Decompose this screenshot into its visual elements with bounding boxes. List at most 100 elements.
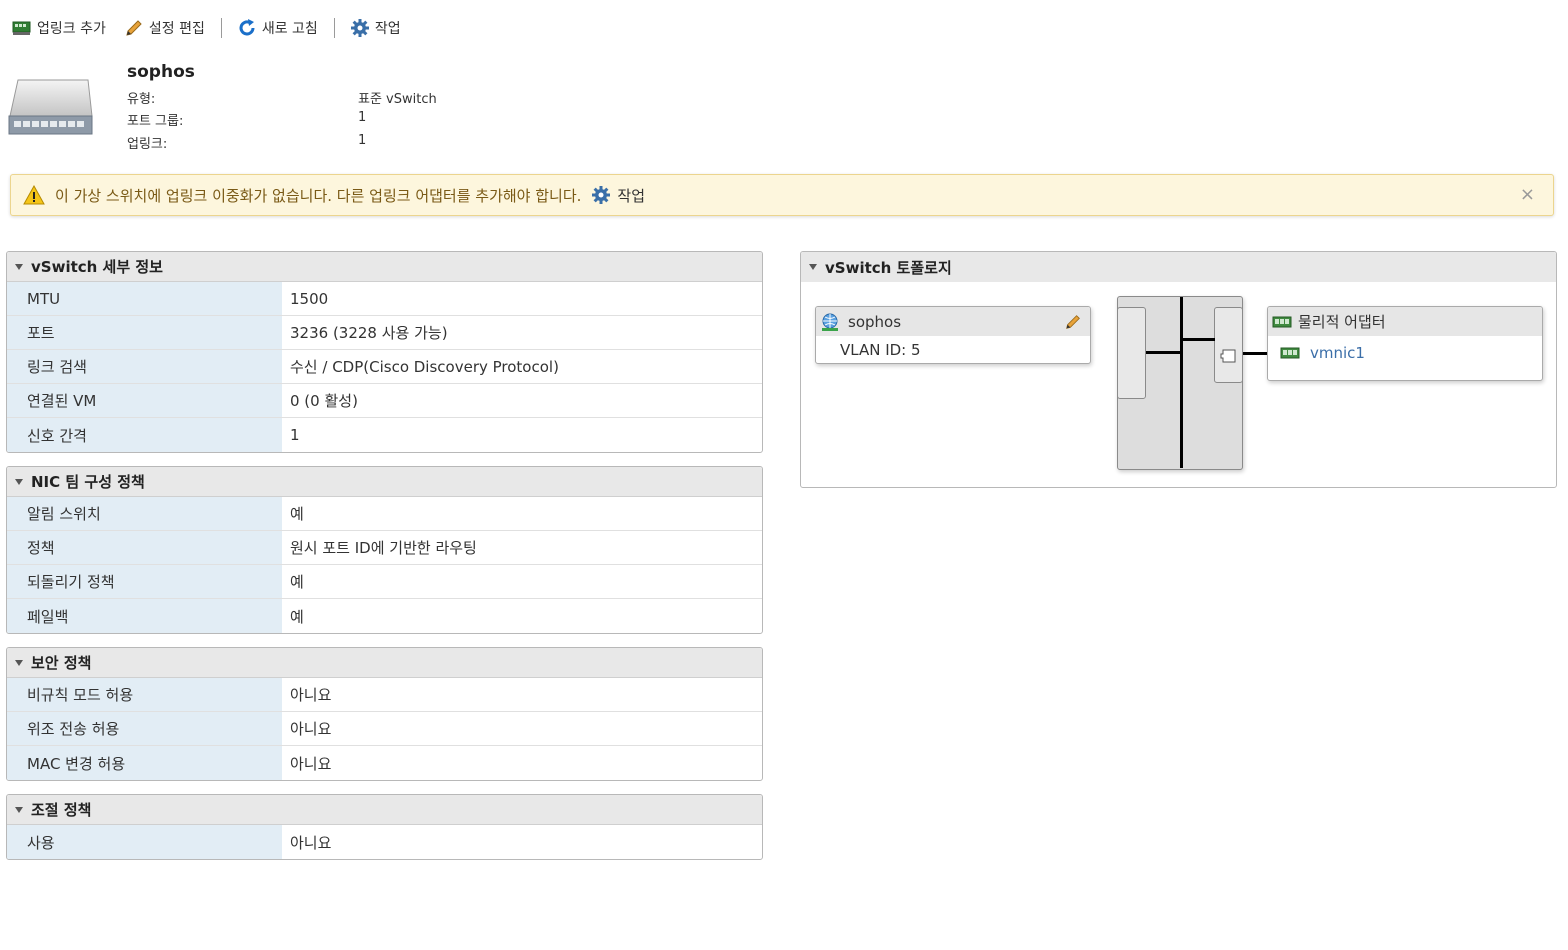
- caret-down-icon: [15, 806, 23, 813]
- table-row: 페일백 예: [7, 599, 762, 633]
- edit-settings-button[interactable]: 설정 편집: [124, 16, 205, 40]
- table-row: 되돌리기 정책 예: [7, 565, 762, 599]
- warning-text: 이 가상 스위치에 업링크 이중화가 없습니다. 다른 업링크 어댑터를 추가해…: [55, 186, 582, 205]
- table-row: 사용 아니요: [7, 825, 762, 859]
- table-row: 링크 검색 수신 / CDP(Cisco Discovery Protocol): [7, 350, 762, 384]
- traffic-shaping-title: 조절 정책: [31, 801, 92, 819]
- connector-line: [1183, 338, 1215, 341]
- row-key: 위조 전송 허용: [7, 712, 282, 745]
- table-row: 정책 원시 포트 ID에 기반한 라우팅: [7, 531, 762, 565]
- toolbar-divider: [333, 18, 335, 38]
- network-card-icon: [1272, 315, 1292, 329]
- table-row: 알림 스위치 예: [7, 497, 762, 531]
- row-key: 신호 간격: [7, 418, 282, 452]
- physical-adapters-box: 물리적 어댑터 vmnic1: [1267, 306, 1543, 381]
- network-card-icon: [1280, 346, 1300, 360]
- close-icon[interactable]: ×: [1520, 184, 1535, 205]
- uplink-port: [1214, 307, 1243, 383]
- portgroup-box[interactable]: sophos VLAN ID: 5: [815, 306, 1091, 364]
- row-value: 1: [290, 426, 300, 444]
- row-value: 예: [290, 573, 304, 591]
- vswitch-name: sophos: [127, 62, 195, 82]
- vswitch-topology-panel: vSwitch 토폴로지 sophos VLAN ID: 5 물리적 어댑터 v…: [800, 251, 1557, 488]
- nic-teaming-header[interactable]: NIC 팀 구성 정책: [7, 467, 762, 497]
- vswitch-icon: [8, 76, 94, 144]
- pencil-icon[interactable]: [1064, 313, 1082, 331]
- row-key: 연결된 VM: [7, 384, 282, 417]
- table-row: 위조 전송 허용 아니요: [7, 712, 762, 746]
- row-value: 0 (0 활성): [290, 392, 358, 410]
- caret-down-icon: [809, 264, 817, 270]
- type-value: 표준 vSwitch: [358, 92, 437, 107]
- gear-icon: [350, 18, 370, 38]
- uplink-connector-line: [1243, 352, 1268, 355]
- traffic-shaping-header[interactable]: 조절 정책: [7, 795, 762, 825]
- warning-triangle-icon: [23, 185, 45, 205]
- row-key: 알림 스위치: [7, 497, 282, 530]
- add-uplink-button[interactable]: 업링크 추가: [12, 16, 106, 40]
- row-key: 되돌리기 정책: [7, 565, 282, 598]
- table-row: 포트 3236 (3228 사용 가능): [7, 316, 762, 350]
- warning-banner: 이 가상 스위치에 업링크 이중화가 없습니다. 다른 업링크 어댑터를 추가해…: [10, 174, 1554, 216]
- toolbar-divider: [220, 18, 222, 38]
- edit-settings-label: 설정 편집: [148, 21, 205, 37]
- portgroup-vlan: VLAN ID: 5: [840, 341, 921, 359]
- table-row: 비규칙 모드 허용 아니요: [7, 678, 762, 712]
- row-key: MAC 변경 허용: [7, 746, 282, 780]
- table-row: 신호 간격 1: [7, 418, 762, 452]
- pencil-icon: [124, 18, 144, 38]
- security-policy-panel: 보안 정책 비규칙 모드 허용 아니요 위조 전송 허용 아니요 MAC 변경 허용…: [6, 647, 763, 781]
- row-key: 사용: [7, 825, 282, 859]
- caret-down-icon: [15, 263, 23, 270]
- globe-network-icon: [820, 312, 840, 332]
- vswitch-details-title: vSwitch 세부 정보: [31, 258, 163, 276]
- row-value: 3236 (3228 사용 가능): [290, 324, 448, 342]
- portgroup-port: [1117, 307, 1146, 399]
- adapter-row[interactable]: vmnic1: [1268, 336, 1542, 370]
- security-policy-title: 보안 정책: [31, 654, 92, 672]
- refresh-label: 새로 고침: [261, 21, 318, 37]
- row-value: 아니요: [290, 720, 332, 738]
- row-key: 페일백: [7, 599, 282, 633]
- type-label: 유형:: [127, 92, 156, 107]
- actions-button[interactable]: 작업: [350, 16, 401, 40]
- nic-teaming-panel: NIC 팀 구성 정책 알림 스위치 예 정책 원시 포트 ID에 기반한 라우팅 …: [6, 466, 763, 634]
- vswitch-topology-header[interactable]: vSwitch 토폴로지: [801, 252, 1556, 282]
- caret-down-icon: [15, 478, 23, 485]
- warning-actions-button[interactable]: 작업: [591, 185, 645, 206]
- vswitch-details-panel: vSwitch 세부 정보 MTU 1500 포트 3236 (3228 사용 가능…: [6, 251, 763, 453]
- portgroup-name: sophos: [848, 312, 902, 331]
- table-row: MTU 1500: [7, 282, 762, 316]
- row-key: 정책: [7, 531, 282, 564]
- caret-down-icon: [15, 659, 23, 666]
- row-key: 링크 검색: [7, 350, 282, 383]
- actions-label: 작업: [374, 21, 401, 37]
- refresh-button[interactable]: 새로 고침: [237, 16, 318, 40]
- physical-adapters-title: 물리적 어댑터: [1298, 313, 1386, 331]
- portgroups-value: 1: [358, 110, 367, 125]
- add-uplink-label: 업링크 추가: [37, 21, 106, 37]
- row-value: 아니요: [290, 686, 332, 704]
- portgroup-header: sophos: [816, 307, 1090, 336]
- row-value: 예: [290, 607, 304, 626]
- gear-icon: [591, 185, 611, 205]
- adapter-link[interactable]: vmnic1: [1310, 344, 1365, 362]
- row-value: 원시 포트 ID에 기반한 라우팅: [290, 539, 477, 557]
- ethernet-port-icon: [1219, 346, 1239, 366]
- row-key: 포트: [7, 316, 282, 349]
- uplinks-value: 1: [358, 133, 367, 148]
- table-row: 연결된 VM 0 (0 활성): [7, 384, 762, 418]
- network-card-add-icon: [12, 18, 32, 38]
- refresh-icon: [237, 18, 257, 38]
- row-key: MTU: [7, 282, 282, 315]
- row-value: 예: [290, 505, 304, 523]
- portgroups-label: 포트 그룹:: [127, 114, 184, 129]
- security-policy-header[interactable]: 보안 정책: [7, 648, 762, 678]
- row-value: 아니요: [290, 833, 332, 852]
- warning-actions-label: 작업: [617, 186, 646, 205]
- connector-line: [1146, 351, 1181, 354]
- table-row: MAC 변경 허용 아니요: [7, 746, 762, 780]
- vswitch-topology-title: vSwitch 토폴로지: [825, 258, 952, 277]
- vswitch-details-header[interactable]: vSwitch 세부 정보: [7, 252, 762, 282]
- physical-adapters-header: 물리적 어댑터: [1268, 307, 1542, 336]
